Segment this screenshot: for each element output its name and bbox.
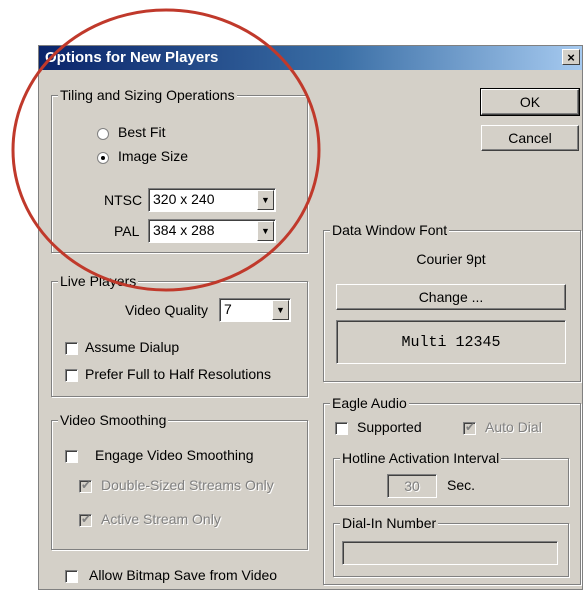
red-circle-annotation	[11, 8, 321, 292]
annotation-ellipse	[11, 8, 321, 292]
